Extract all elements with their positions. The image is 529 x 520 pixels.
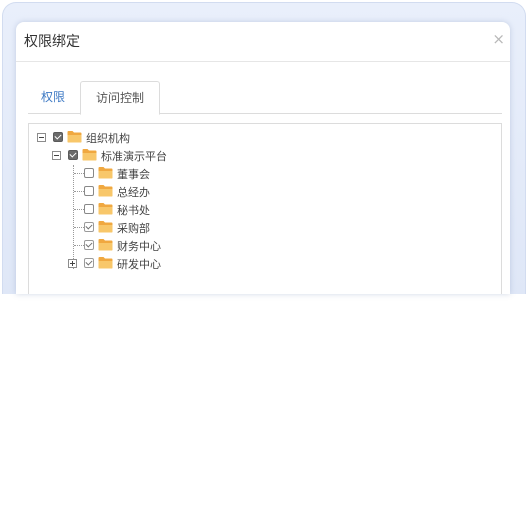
checkbox-root[interactable] [53, 132, 63, 142]
dialog-title: 权限绑定 [24, 34, 80, 50]
dialog-titlebar: 权限绑定 × [16, 22, 510, 62]
tab-bar: 权限 访问控制 [28, 81, 502, 115]
permission-binding-dialog: 权限绑定 × 权限 访问控制 组织机构 标准演示平台 董事会 总经办 秘书处 采… [16, 22, 510, 294]
tree-node-root: 组织机构 [29, 129, 229, 145]
checkbox-platform[interactable] [68, 150, 78, 160]
collapse-icon[interactable] [52, 151, 61, 160]
close-icon[interactable]: × [492, 31, 505, 47]
tree-node-label: 采购部 [117, 222, 150, 235]
tree-node-gm-office: 总经办 [29, 183, 249, 199]
screen: 权限绑定 × 权限 访问控制 组织机构 标准演示平台 董事会 总经办 秘书处 采… [0, 0, 529, 520]
tab-permissions[interactable]: 权限 [41, 81, 65, 114]
checkbox-secretariat[interactable] [84, 204, 94, 214]
expand-icon[interactable] [68, 259, 77, 268]
tree-node-label: 财务中心 [117, 240, 161, 253]
tree-node-platform: 标准演示平台 [29, 147, 249, 163]
checkbox-finance[interactable] [84, 240, 94, 250]
org-tree: 组织机构 标准演示平台 董事会 总经办 秘书处 采购部 财务中心 研发中心 [28, 123, 502, 294]
checkbox-gm-office[interactable] [84, 186, 94, 196]
folder-icon [98, 257, 113, 269]
tree-node-label: 总经办 [117, 186, 150, 199]
tree-node-label: 研发中心 [117, 258, 161, 271]
folder-icon [98, 239, 113, 251]
tree-node-purchasing: 采购部 [29, 219, 249, 235]
tab-access-control[interactable]: 访问控制 [80, 81, 161, 115]
folder-icon [67, 131, 82, 143]
tree-node-label: 董事会 [117, 168, 150, 181]
tree-node-secretariat: 秘书处 [29, 201, 249, 217]
checkbox-board[interactable] [84, 168, 94, 178]
checkbox-purchasing[interactable] [84, 222, 94, 232]
folder-icon [98, 185, 113, 197]
tree-node-label: 秘书处 [117, 204, 150, 217]
folder-icon [98, 167, 113, 179]
tree-node-finance: 财务中心 [29, 237, 249, 253]
folder-icon [98, 221, 113, 233]
tree-node-label: 组织机构 [86, 132, 130, 145]
tree-node-label: 标准演示平台 [101, 150, 167, 163]
checkbox-rnd[interactable] [84, 258, 94, 268]
tree-node-board: 董事会 [29, 165, 249, 181]
folder-icon [82, 149, 97, 161]
tree-node-rnd: 研发中心 [29, 255, 249, 271]
collapse-icon[interactable] [37, 133, 46, 142]
folder-icon [98, 203, 113, 215]
